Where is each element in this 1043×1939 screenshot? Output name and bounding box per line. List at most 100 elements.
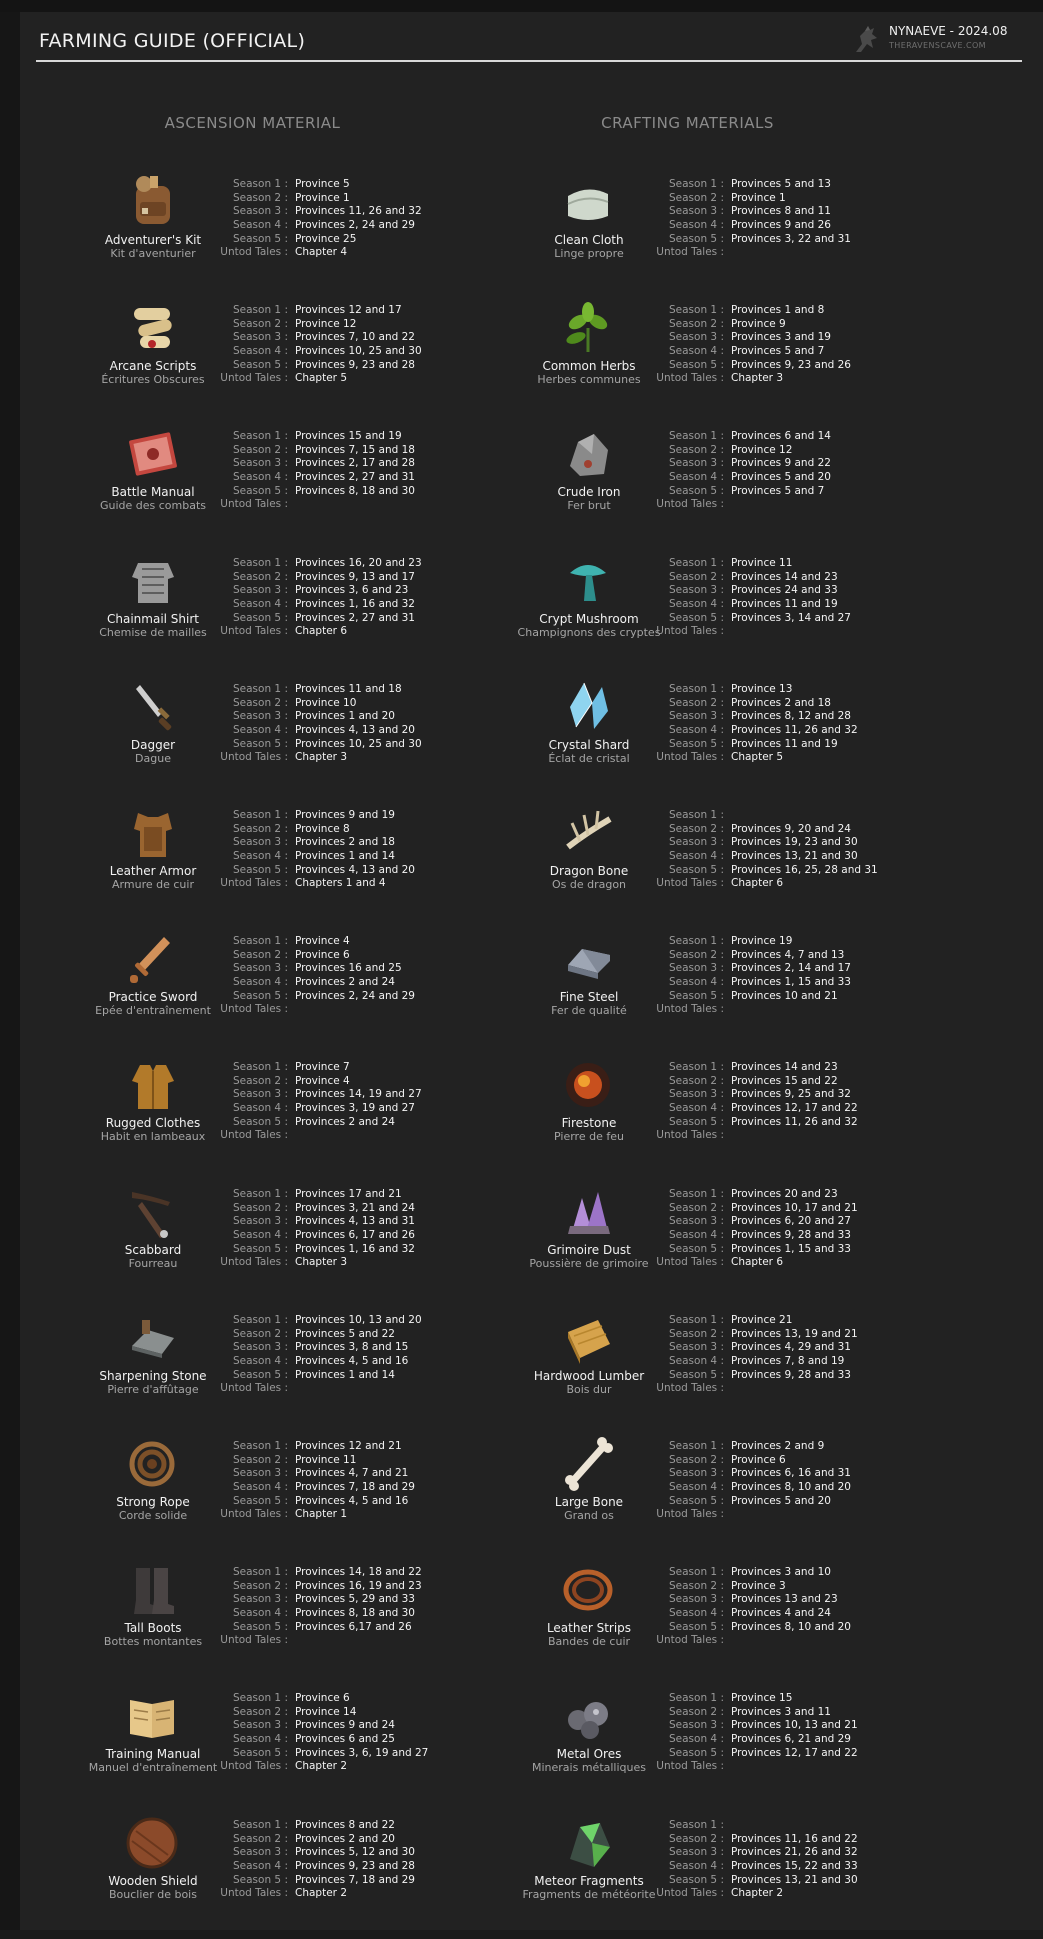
lumber-icon — [558, 1308, 620, 1368]
location-row: Season 5 : Provinces 6,17 and 26 — [213, 1621, 422, 1635]
season-label: Season 5 : — [232, 989, 288, 1002]
location-row: Untod Tales : — [649, 1003, 851, 1017]
mushroom-icon — [558, 551, 620, 611]
season-label: Season 2 : — [668, 1705, 724, 1718]
material-name-french: Champignons des cryptes — [517, 626, 661, 639]
season-label: Season 1 : — [668, 430, 724, 442]
location-value: Provinces 9 and 22 — [731, 457, 831, 470]
location-row: Season 1 : Provinces 20 and 23 — [649, 1188, 858, 1202]
location-value: Provinces 15 and 22 — [731, 1074, 838, 1087]
location-row: Season 2 : Province 1 — [649, 192, 851, 206]
season-label: Season 2 : — [668, 1074, 724, 1087]
material-entry: Grimoire Dust Poussière de grimoire Season… — [514, 1182, 984, 1308]
material-name-french: Linge propre — [554, 247, 624, 260]
season-label: Season 3 : — [232, 1467, 288, 1480]
location-row: Season 1 : Province 13 — [649, 683, 858, 697]
location-value: Provinces 1, 15 and 33 — [731, 976, 851, 989]
location-value: Provinces 6, 21 and 29 — [731, 1733, 851, 1746]
location-value: Provinces 9, 23 and 28 — [295, 358, 415, 371]
season-label: Season 4 : — [232, 219, 288, 232]
location-value: Provinces 5 and 13 — [731, 178, 831, 190]
location-row: Untod Tales : — [649, 1760, 858, 1774]
season-label: Season 3 : — [668, 1593, 724, 1606]
location-row: Season 4 : Provinces 8, 10 and 20 — [649, 1481, 851, 1495]
location-value: Chapter 3 — [731, 372, 783, 385]
location-value: Provinces 6, 17 and 26 — [295, 1229, 415, 1242]
location-row: Season 1 : Province 21 — [649, 1314, 858, 1328]
season-label: Season 3 : — [668, 1719, 724, 1732]
season-label: Season 1 : — [668, 1692, 724, 1704]
location-row: Season 4 : Provinces 13, 21 and 30 — [649, 850, 878, 864]
material-name-french: Os de dragon — [551, 878, 627, 891]
location-row: Season 4 : Provinces 3, 19 and 27 — [213, 1102, 422, 1116]
material-entry: Crystal Shard Éclat de cristal Season 1 : P… — [514, 677, 984, 803]
season-label: Season 5 : — [232, 358, 288, 371]
season-label: Season 3 : — [668, 1215, 724, 1228]
location-row: Season 1 : Provinces 11 and 18 — [213, 683, 422, 697]
location-row: Season 3 : Provinces 2, 14 and 17 — [649, 962, 851, 976]
location-value: Province 8 — [295, 822, 350, 835]
location-value: Chapter 4 — [295, 246, 347, 259]
season-label: Untod Tales : — [220, 1634, 288, 1647]
location-value: Provinces 10 and 21 — [731, 989, 838, 1002]
season-label: Season 3 : — [232, 1719, 288, 1732]
location-row: Season 3 : Provinces 2 and 18 — [213, 836, 415, 850]
crystal-icon — [558, 677, 620, 737]
location-value: Provinces 14, 18 and 22 — [295, 1566, 422, 1578]
location-row: Season 2 : Provinces 2 and 18 — [649, 697, 858, 711]
location-row: Season 5 : Provinces 10, 25 and 30 — [213, 738, 422, 752]
location-row: Season 3 : Provinces 3 and 19 — [649, 331, 851, 345]
location-row: Season 5 : Provinces 7, 18 and 29 — [213, 1874, 415, 1888]
ascension-heading: ASCENSION MATERIAL — [164, 114, 341, 132]
location-row: Season 4 : Provinces 6 and 25 — [213, 1733, 428, 1747]
season-label: Season 4 : — [232, 1102, 288, 1115]
location-row: Season 2 : Provinces 16, 19 and 23 — [213, 1580, 422, 1594]
material-name: Leather Strips — [546, 1621, 632, 1635]
page-title: FARMING GUIDE (OFFICIAL) — [39, 30, 306, 52]
location-row: Season 4 : Provinces 5 and 7 — [649, 345, 851, 359]
location-value: Provinces 5 and 7 — [731, 484, 825, 497]
location-row: Season 2 : Province 12 — [213, 318, 422, 332]
season-label: Season 4 : — [232, 598, 288, 611]
location-value: Provinces 5, 12 and 30 — [295, 1846, 415, 1859]
location-value: Provinces 9, 25 and 32 — [731, 1088, 851, 1101]
location-row: Season 3 : Provinces 6, 16 and 31 — [649, 1467, 851, 1481]
season-label: Season 1 : — [232, 557, 288, 569]
season-label: Untod Tales : — [656, 372, 724, 385]
location-row: Season 1 : Provinces 6 and 14 — [649, 430, 831, 444]
location-row: Untod Tales : — [649, 498, 831, 512]
location-value: Chapter 6 — [731, 1256, 783, 1269]
season-label: Season 3 : — [668, 331, 724, 344]
location-list: Season 1 : Provinces 16, 20 and 23 Season … — [213, 557, 422, 639]
season-label: Season 2 : — [232, 1201, 288, 1214]
location-list: Season 1 : Provinces 6 and 14 Season 2 : Pr… — [649, 430, 831, 512]
material-name-french: Fourreau — [128, 1257, 178, 1270]
location-row: Untod Tales : — [213, 1634, 422, 1648]
season-label: Season 2 : — [668, 1201, 724, 1214]
material-entry: Fine Steel Fer de qualité Season 1 : Provin… — [514, 929, 984, 1055]
season-label: Untod Tales : — [656, 1887, 724, 1900]
season-label: Season 3 : — [232, 1215, 288, 1228]
season-label: Season 3 : — [668, 836, 724, 849]
location-value: Province 19 — [731, 935, 793, 947]
location-row: Season 4 : Provinces 11, 26 and 32 — [649, 724, 858, 738]
location-row: Season 5 : Provinces 13, 21 and 30 — [649, 1874, 858, 1888]
location-row: Season 4 : Provinces 7, 18 and 29 — [213, 1481, 415, 1495]
location-value: Provinces 4, 13 and 20 — [295, 724, 415, 737]
location-value: Province 12 — [295, 317, 357, 330]
location-row: Season 1 : Provinces 16, 20 and 23 — [213, 557, 422, 571]
season-label: Season 2 : — [232, 822, 288, 835]
location-list: Season 1 : Provinces 14 and 23 Season 2 : P… — [649, 1061, 858, 1143]
season-label: Season 3 : — [232, 962, 288, 975]
season-label: Season 4 : — [232, 1607, 288, 1620]
season-label: Untod Tales : — [220, 498, 288, 511]
location-value: Provinces 8, 10 and 20 — [731, 1481, 851, 1494]
location-value: Provinces 3, 22 and 31 — [731, 232, 851, 245]
location-value: Provinces 6 and 14 — [731, 430, 831, 442]
material-name-french: Corde solide — [118, 1509, 188, 1522]
location-value: Province 1 — [731, 191, 786, 204]
location-row: Season 2 : Province 9 — [649, 318, 851, 332]
location-value: Provinces 5 and 20 — [731, 1494, 831, 1507]
location-row: Season 4 : Provinces 5 and 20 — [649, 471, 831, 485]
location-row: Season 3 : Provinces 9, 25 and 32 — [649, 1088, 858, 1102]
